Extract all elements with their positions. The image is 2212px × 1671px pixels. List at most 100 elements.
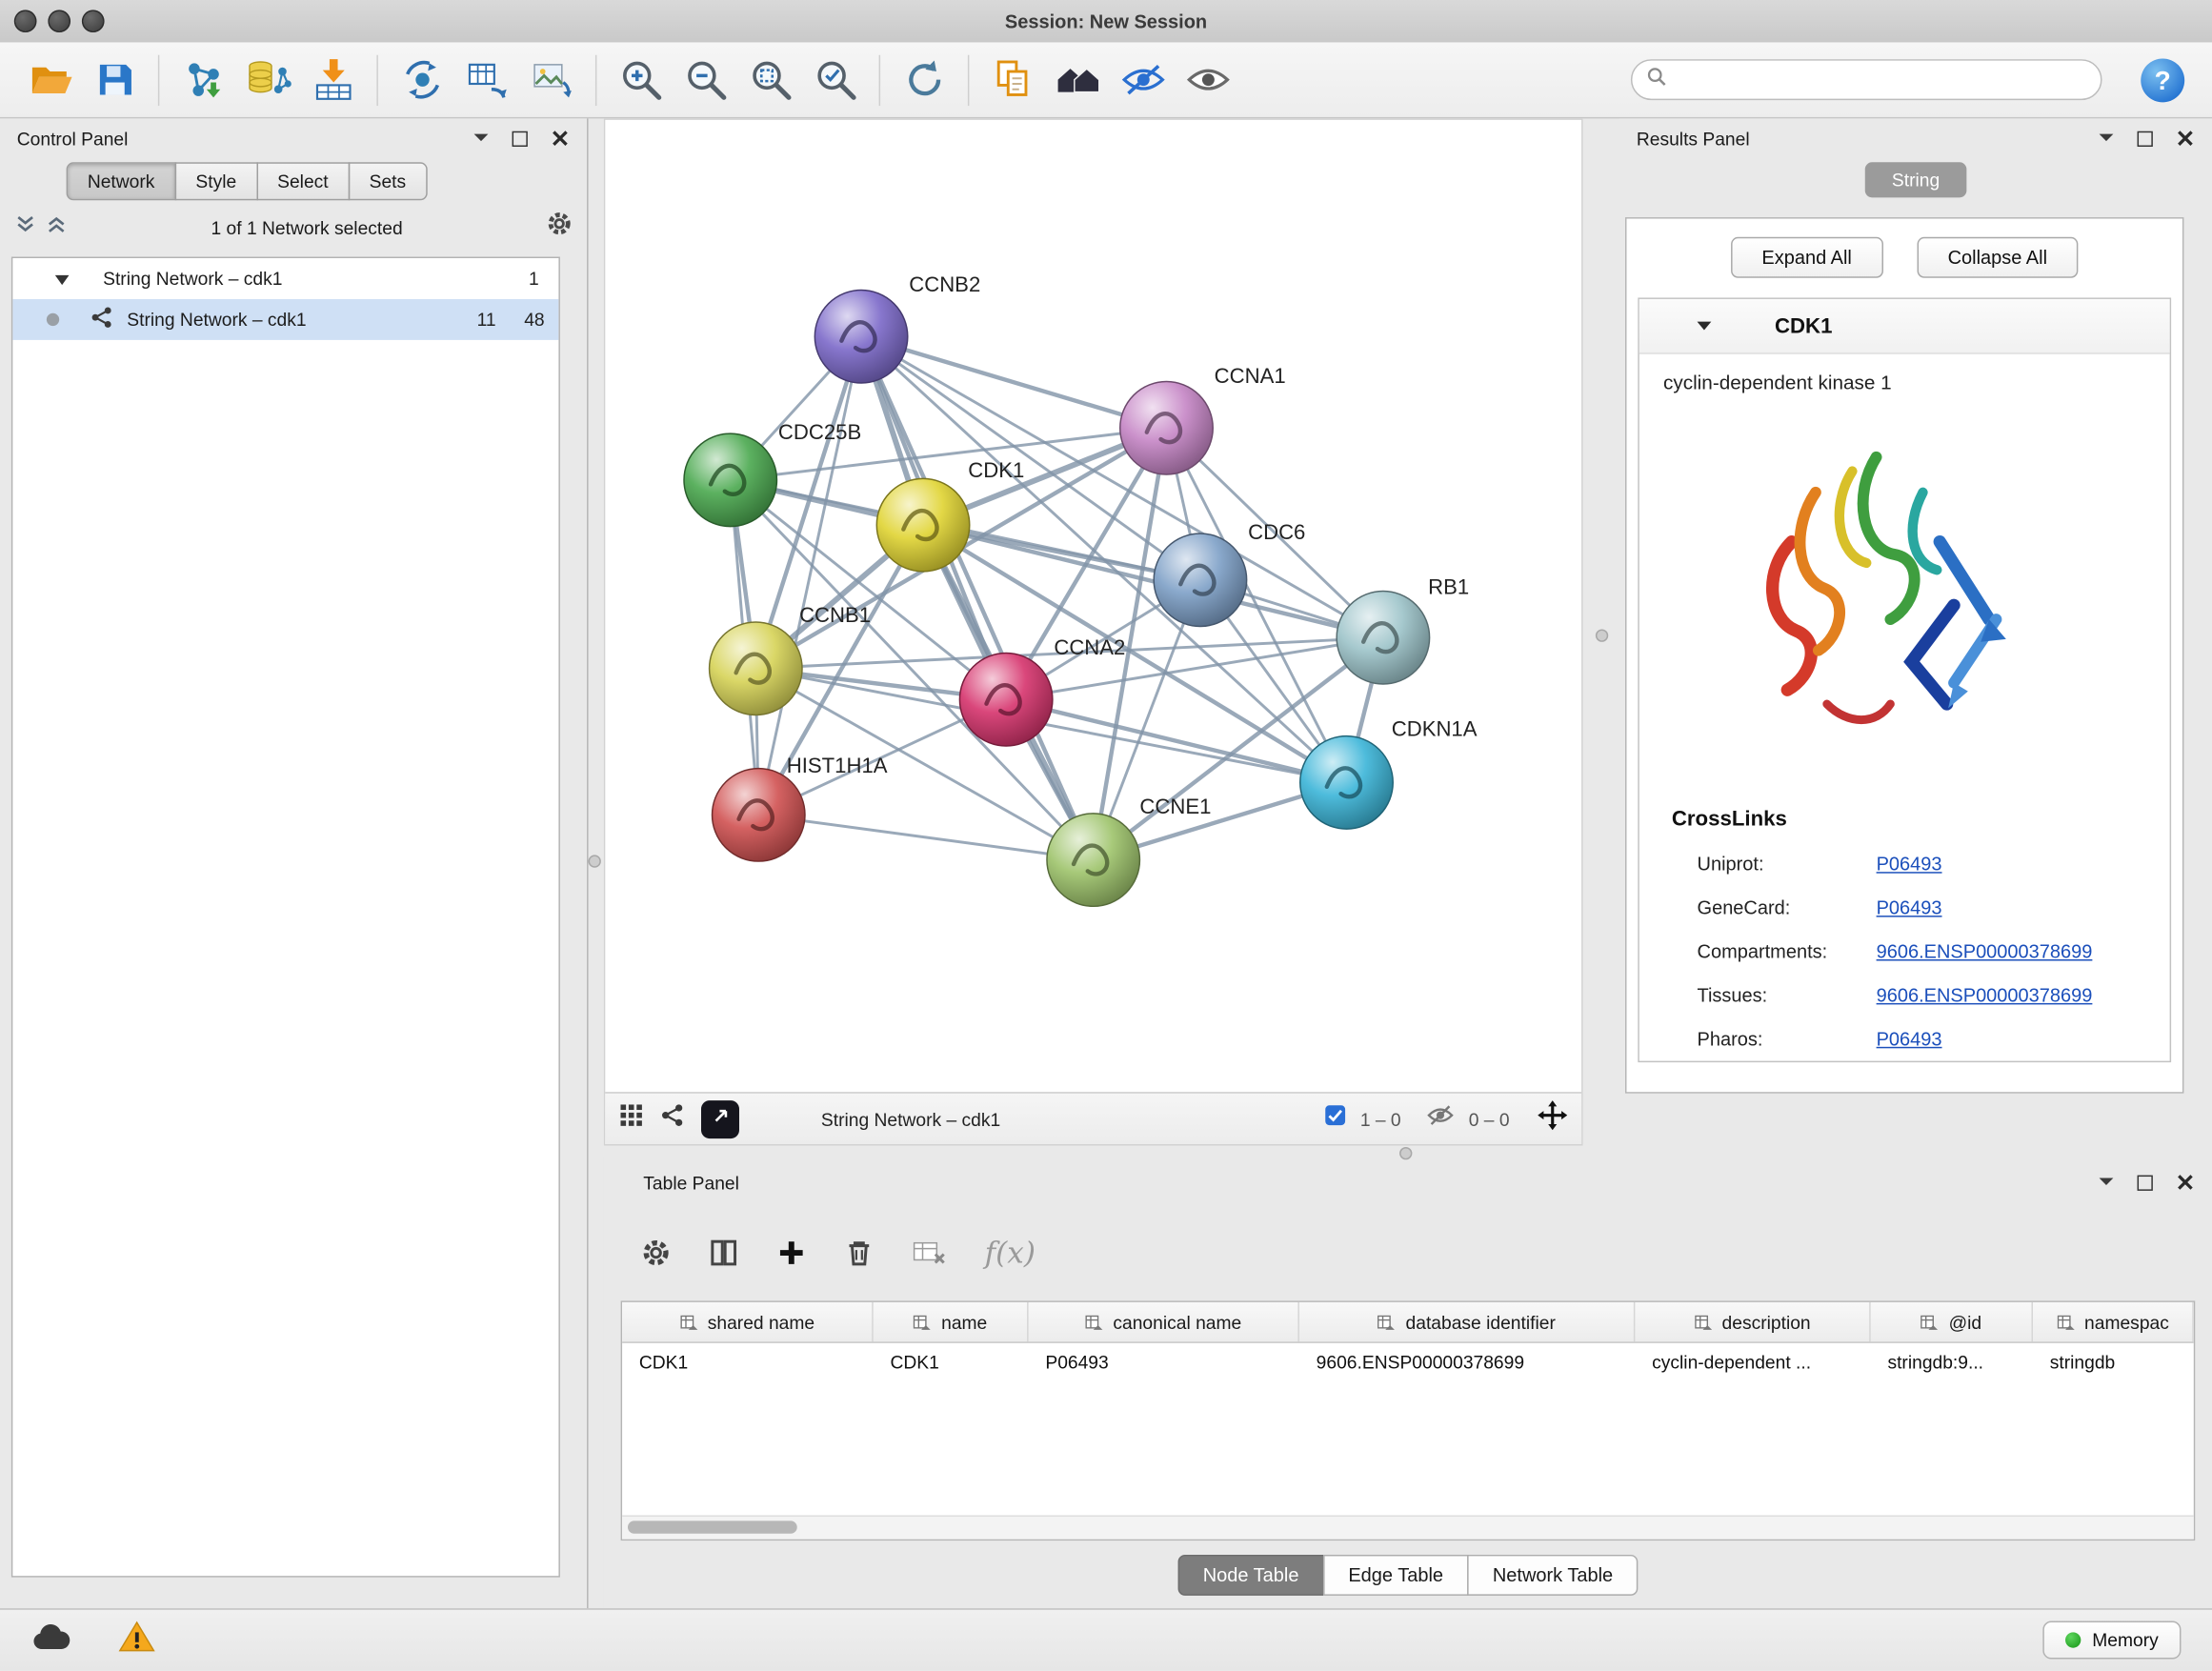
tree-expand-triangle-icon[interactable] (55, 268, 70, 289)
delete-column-trash-icon[interactable] (844, 1238, 875, 1269)
copy-document-button[interactable] (980, 49, 1045, 111)
panel-float-icon[interactable] (2095, 128, 2116, 149)
network-edge[interactable] (861, 336, 1166, 428)
grid-view-icon[interactable] (619, 1103, 643, 1135)
column-header-database-identifier[interactable]: database identifier (1299, 1302, 1635, 1341)
zoom-fit-button[interactable] (738, 49, 803, 111)
import-table-file-button[interactable] (300, 49, 365, 111)
panel-close-icon[interactable] (2174, 128, 2195, 149)
network-collection-row[interactable]: String Network – cdk1 1 (12, 258, 558, 299)
help-button[interactable]: ? (2139, 55, 2186, 103)
crosslink-row-uniprot: Uniprot: P06493 (1639, 842, 2170, 886)
tab-network-table[interactable]: Network Table (1467, 1555, 1639, 1596)
string-tab-badge[interactable]: String (1865, 162, 1967, 197)
new-network-from-table-button[interactable] (454, 49, 519, 111)
tab-node-table[interactable]: Node Table (1177, 1555, 1324, 1596)
network-node-cdc6[interactable] (1154, 534, 1246, 626)
save-session-button[interactable] (82, 49, 147, 111)
table-row[interactable]: CDK1 CDK1 P06493 9606.ENSP00000378699 cy… (622, 1343, 2194, 1381)
show-view-button[interactable] (1176, 49, 1240, 111)
home-networks-button[interactable] (1045, 49, 1110, 111)
pharos-link[interactable]: P06493 (1877, 1029, 1942, 1050)
tab-style[interactable]: Style (174, 162, 257, 200)
network-edge[interactable] (923, 525, 1383, 637)
hidden-eye-slash-icon[interactable] (1426, 1103, 1455, 1135)
zoom-in-button[interactable] (608, 49, 673, 111)
import-network-file-button[interactable] (171, 49, 235, 111)
apply-layout-button[interactable] (892, 49, 956, 111)
gear-icon[interactable] (546, 211, 573, 245)
export-image-button[interactable] (519, 49, 584, 111)
network-canvas[interactable]: CCNB2CCNA1CDC25BCDK1CDC6RB1CCNB1CCNA2CDK… (605, 120, 1581, 1092)
tissues-link[interactable]: 9606.ENSP00000378699 (1877, 985, 2093, 1006)
column-header-name[interactable]: name (874, 1302, 1029, 1341)
column-header-namespace[interactable]: namespac (2033, 1302, 2194, 1341)
zoom-selected-button[interactable] (803, 49, 868, 111)
hide-unhide-button[interactable] (1110, 49, 1175, 111)
zoom-in-icon (617, 56, 664, 103)
scrollbar-thumb[interactable] (628, 1520, 797, 1533)
collapse-all-button[interactable]: Collapse All (1917, 237, 2079, 278)
expand-all-icon[interactable] (45, 212, 68, 242)
network-row-selected[interactable]: String Network – cdk1 11 48 (12, 299, 558, 340)
section-collapse-triangle-icon[interactable] (1696, 313, 1713, 339)
node-table[interactable]: shared name name canonical name database… (621, 1300, 2196, 1540)
network-edge[interactable] (758, 815, 1093, 859)
panel-float-icon[interactable] (470, 128, 491, 149)
control-panel-title: Control Panel (17, 128, 129, 149)
expand-all-button[interactable]: Expand All (1731, 237, 1883, 278)
network-node-cdk1[interactable] (876, 478, 969, 571)
column-header-id[interactable]: @id (1871, 1302, 2033, 1341)
network-node-ccne1[interactable] (1047, 814, 1139, 906)
splitter-handle[interactable] (1399, 1147, 1412, 1159)
zoom-out-button[interactable] (673, 49, 737, 111)
add-column-plus-icon[interactable] (775, 1238, 807, 1269)
network-node-cdc25b[interactable] (684, 433, 776, 526)
network-node-hist1h1a[interactable] (713, 769, 805, 861)
tab-sets[interactable]: Sets (348, 162, 427, 200)
horizontal-scrollbar[interactable] (622, 1515, 2194, 1539)
open-session-button[interactable] (17, 49, 82, 111)
memory-button[interactable]: Memory (2042, 1621, 2181, 1660)
table-settings-gear-icon[interactable] (640, 1238, 672, 1269)
panel-maximize-icon[interactable] (2135, 128, 2156, 149)
column-header-description[interactable]: description (1635, 1302, 1870, 1341)
import-network-database-button[interactable] (235, 49, 300, 111)
network-node-rb1[interactable] (1337, 592, 1429, 684)
search-box[interactable] (1631, 59, 2102, 100)
tab-network[interactable]: Network (67, 162, 176, 200)
network-edge[interactable] (758, 336, 861, 815)
panel-float-icon[interactable] (2095, 1172, 2116, 1193)
warning-icon[interactable] (118, 1620, 155, 1661)
panel-maximize-icon[interactable] (2135, 1172, 2156, 1193)
open-in-new-window-button[interactable] (701, 1099, 739, 1137)
gene-section-header[interactable]: CDK1 (1639, 299, 2170, 354)
move-crosshair-icon[interactable] (1538, 1100, 1567, 1137)
tab-select[interactable]: Select (256, 162, 350, 200)
genecard-link[interactable]: P06493 (1877, 897, 1942, 918)
network-from-selection-button[interactable] (390, 49, 454, 111)
cloud-icon[interactable] (31, 1621, 70, 1659)
panel-maximize-icon[interactable] (510, 128, 531, 149)
compartments-link[interactable]: 9606.ENSP00000378699 (1877, 941, 2093, 962)
show-columns-icon[interactable] (708, 1238, 739, 1269)
tab-edge-table[interactable]: Edge Table (1323, 1555, 1469, 1596)
splitter-handle[interactable] (1596, 629, 1608, 641)
panel-close-icon[interactable] (549, 128, 570, 149)
string-results-box: Expand All Collapse All CDK1 cyclin-depe… (1625, 217, 2183, 1094)
collapse-all-icon[interactable] (14, 212, 37, 242)
column-header-canonical-name[interactable]: canonical name (1029, 1302, 1299, 1341)
selected-checkbox-icon[interactable] (1325, 1105, 1346, 1134)
network-node-cdkn1a[interactable] (1300, 736, 1393, 829)
column-header-shared-name[interactable]: shared name (622, 1302, 874, 1341)
network-node-ccnb1[interactable] (710, 622, 802, 715)
network-node-ccna1[interactable] (1120, 382, 1213, 474)
share-view-icon[interactable] (660, 1103, 684, 1135)
search-input[interactable] (1676, 68, 2086, 91)
network-edge[interactable] (861, 336, 1094, 859)
splitter-handle[interactable] (589, 855, 601, 867)
network-node-ccna2[interactable] (959, 654, 1052, 746)
uniprot-link[interactable]: P06493 (1877, 854, 1942, 875)
network-node-ccnb2[interactable] (814, 291, 907, 383)
panel-close-icon[interactable] (2174, 1172, 2195, 1193)
